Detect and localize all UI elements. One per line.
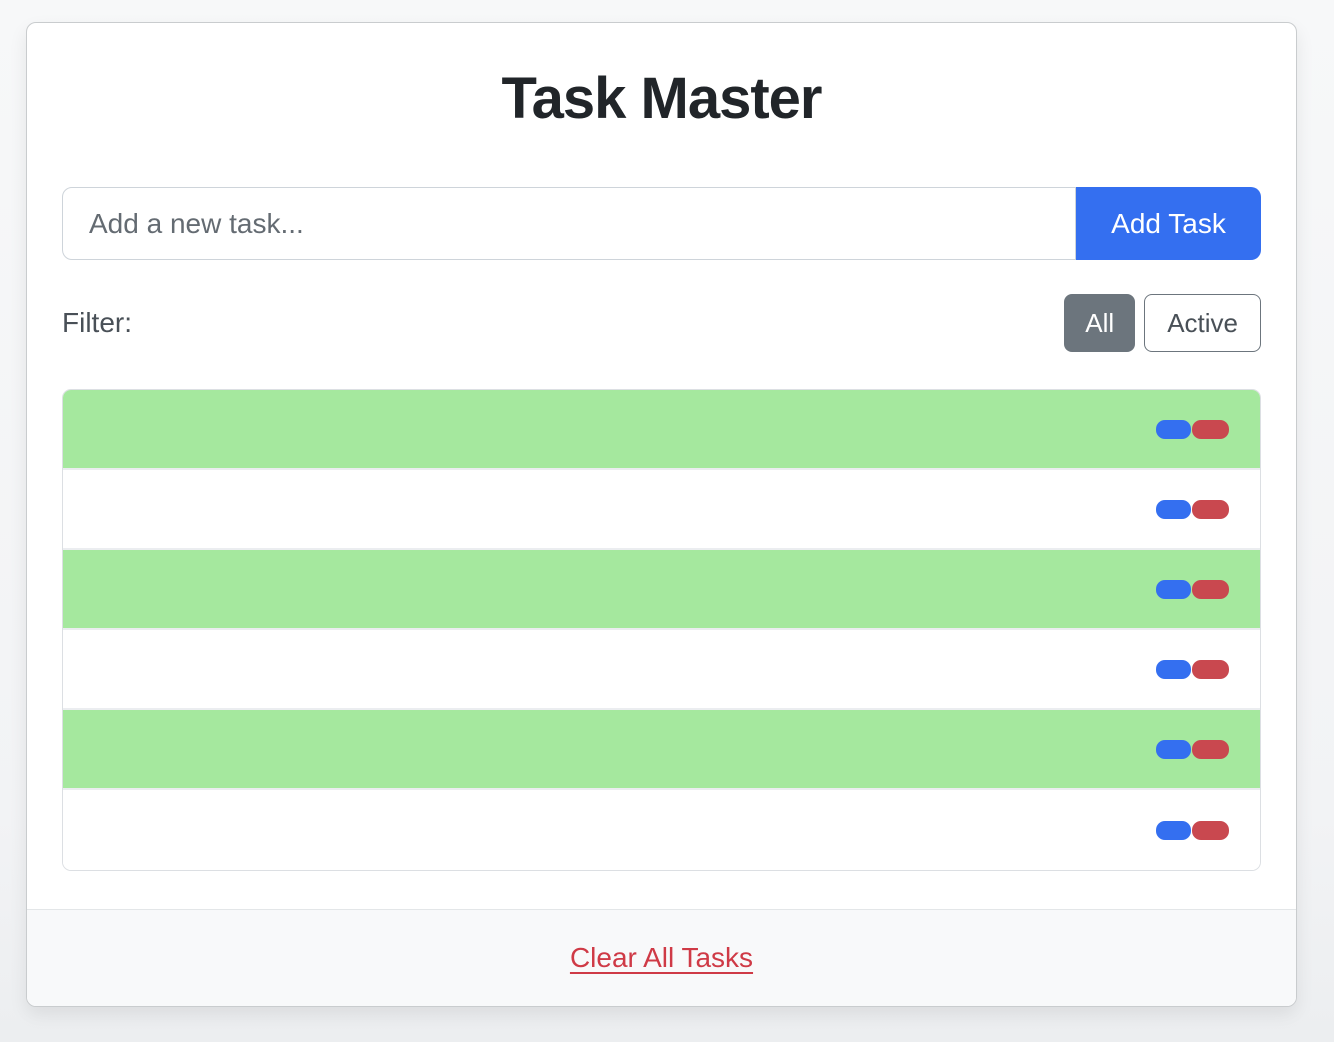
clear-all-tasks-link[interactable]: Clear All Tasks bbox=[570, 942, 753, 974]
filter-all-button[interactable]: All bbox=[1064, 294, 1135, 352]
page-title: Task Master bbox=[62, 69, 1261, 129]
complete-task-button[interactable] bbox=[1156, 500, 1191, 519]
delete-task-button[interactable] bbox=[1192, 420, 1229, 439]
delete-task-button[interactable] bbox=[1192, 500, 1229, 519]
task-row bbox=[63, 630, 1260, 710]
complete-task-button[interactable] bbox=[1156, 821, 1191, 840]
delete-task-button[interactable] bbox=[1192, 660, 1229, 679]
add-task-button[interactable]: Add Task bbox=[1076, 187, 1261, 260]
task-row bbox=[63, 710, 1260, 790]
filter-label: Filter: bbox=[62, 307, 132, 339]
complete-task-button[interactable] bbox=[1156, 660, 1191, 679]
delete-task-button[interactable] bbox=[1192, 740, 1229, 759]
task-row bbox=[63, 390, 1260, 470]
card-body: Task Master Add Task Filter: All Active bbox=[27, 23, 1296, 909]
complete-task-button[interactable] bbox=[1156, 740, 1191, 759]
task-row bbox=[63, 550, 1260, 630]
delete-task-button[interactable] bbox=[1192, 821, 1229, 840]
new-task-composer: Add Task bbox=[62, 187, 1261, 260]
filter-button-group: All Active bbox=[1064, 294, 1261, 352]
card-footer: Clear All Tasks bbox=[27, 909, 1296, 1006]
new-task-input[interactable] bbox=[62, 187, 1076, 260]
delete-task-button[interactable] bbox=[1192, 580, 1229, 599]
task-master-card: Task Master Add Task Filter: All Active bbox=[26, 22, 1297, 1007]
filter-active-button[interactable]: Active bbox=[1144, 294, 1261, 352]
filter-row: Filter: All Active bbox=[62, 294, 1261, 352]
task-row bbox=[63, 470, 1260, 550]
task-list bbox=[62, 389, 1261, 871]
complete-task-button[interactable] bbox=[1156, 580, 1191, 599]
complete-task-button[interactable] bbox=[1156, 420, 1191, 439]
task-row bbox=[63, 790, 1260, 870]
